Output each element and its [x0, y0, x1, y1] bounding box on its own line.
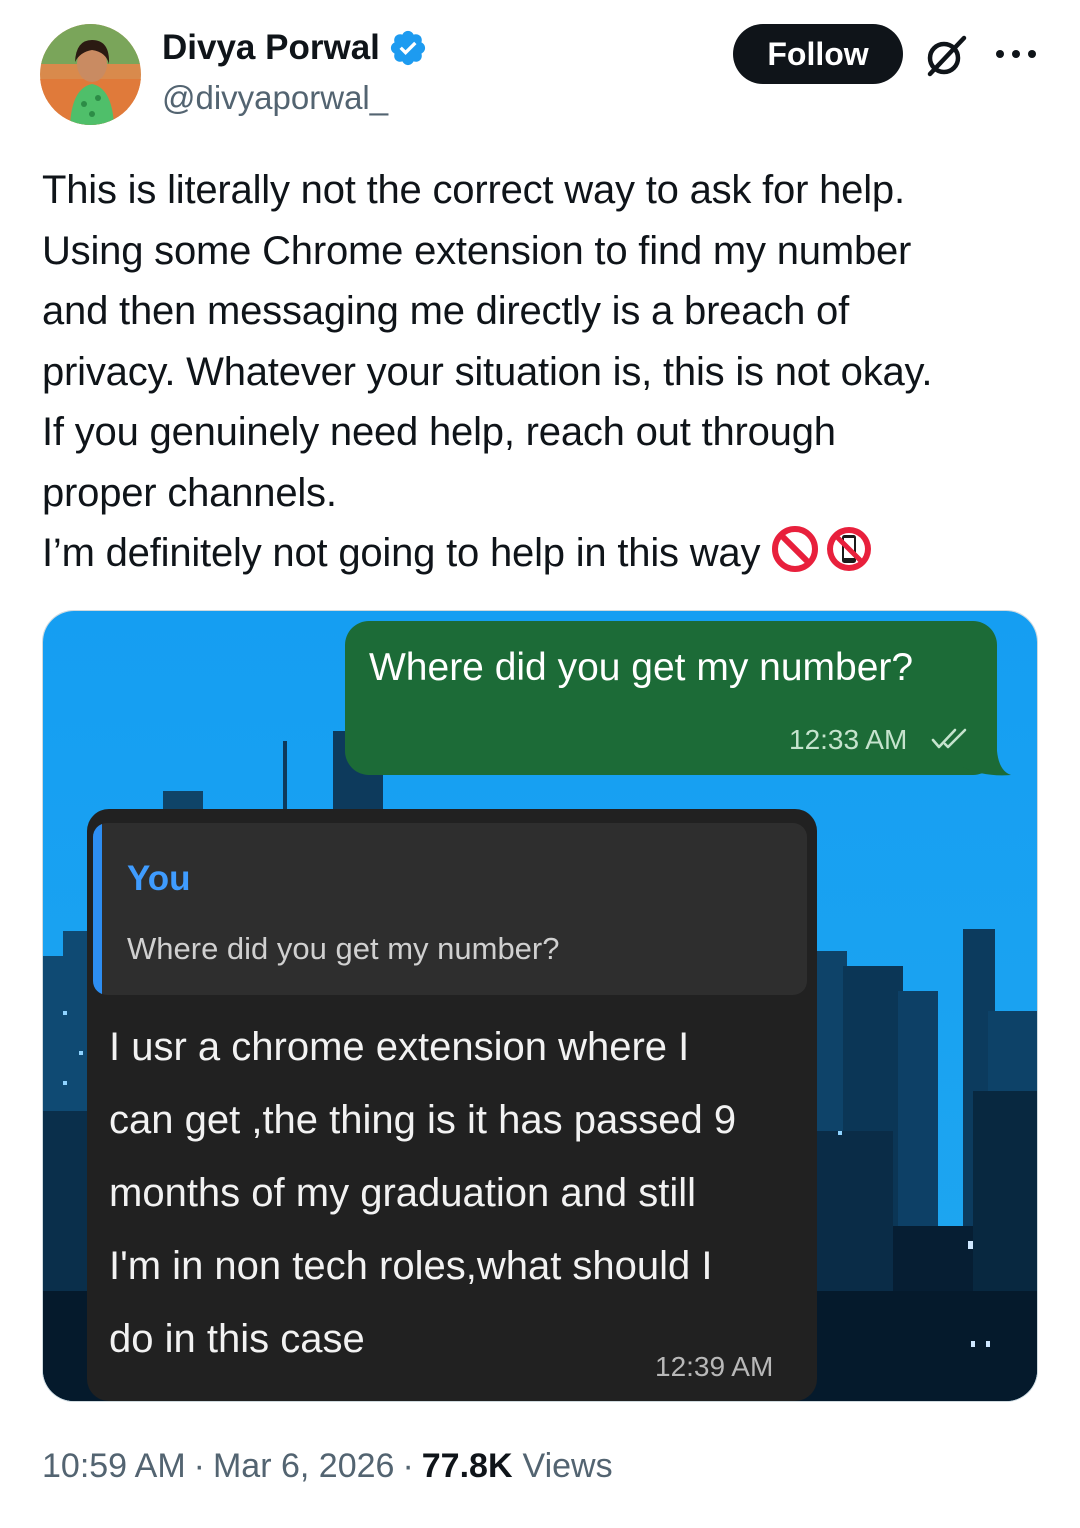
incoming-message-line: I'm in non tech roles,what should I — [109, 1244, 713, 1288]
incoming-message-text: I usr a chrome extension where I can get… — [109, 1011, 736, 1376]
tweet-text-line: privacy. Whatever your situation is, thi… — [42, 349, 933, 394]
views-count[interactable]: 77.8K — [422, 1447, 513, 1486]
tweet-text-line: If you genuinely need help, reach out th… — [42, 410, 836, 454]
tweet-text-line: I’m definitely not going to help in this… — [42, 531, 761, 575]
grok-icon[interactable] — [922, 32, 970, 80]
incoming-message-line: I usr a chrome extension where I — [109, 1025, 690, 1069]
tweet-media-image[interactable]: Where did you get my number? 12:33 AM Yo… — [42, 610, 1038, 1402]
prohibited-emoji-icon — [772, 526, 819, 572]
avatar-photo — [40, 24, 141, 125]
display-name[interactable]: Divya Porwal — [162, 28, 380, 68]
incoming-message-line: do in this case — [109, 1317, 365, 1361]
double-check-read-icon — [931, 728, 967, 749]
verified-badge-icon — [390, 30, 425, 66]
tweet-text: This is literally not the correct way to… — [42, 160, 1042, 584]
tweet-text-line: proper channels. — [42, 470, 337, 515]
tweet-text-line: and then messaging me directly is a brea… — [42, 289, 849, 333]
author-name-row[interactable]: Divya Porwal — [162, 28, 428, 68]
quote-accent-bar — [93, 823, 102, 995]
avatar[interactable] — [40, 24, 141, 125]
meta-separator: · — [193, 1447, 205, 1485]
tweet-date[interactable]: Mar 6, 2026 — [213, 1447, 394, 1486]
tweet-text-line: Using some Chrome extension to find my n… — [42, 228, 912, 273]
quote-author: You — [127, 859, 191, 898]
tweet-meta: 10:59 AM · Mar 6, 2026 · 77.8K Views — [42, 1447, 613, 1486]
outgoing-message-text: Where did you get my number? — [369, 646, 914, 689]
outgoing-message-time: 12:33 AM — [789, 724, 908, 755]
incoming-message-line: months of my graduation and still — [109, 1171, 696, 1215]
incoming-message-line: can get ,the thing is it has passed 9 — [109, 1098, 737, 1142]
tweet-text-line: This is literally not the correct way to… — [42, 168, 905, 212]
follow-button[interactable]: Follow — [733, 24, 903, 84]
quoted-reply[interactable]: You Where did you get my number? — [93, 823, 807, 995]
meta-separator: · — [402, 1447, 414, 1485]
emoji-group — [770, 524, 874, 574]
no-mobile-phones-emoji-icon — [827, 527, 872, 571]
more-options-icon[interactable] — [994, 44, 1038, 64]
author-handle[interactable]: @divyaporwal_ — [162, 78, 388, 118]
tweet-time[interactable]: 10:59 AM — [42, 1447, 186, 1486]
views-label[interactable]: Views — [523, 1447, 613, 1486]
incoming-message-time: 12:39 AM — [655, 1351, 774, 1382]
quote-text: Where did you get my number? — [127, 931, 560, 966]
tweet-text-last-line: I’m definitely not going to help in this… — [42, 523, 1042, 584]
